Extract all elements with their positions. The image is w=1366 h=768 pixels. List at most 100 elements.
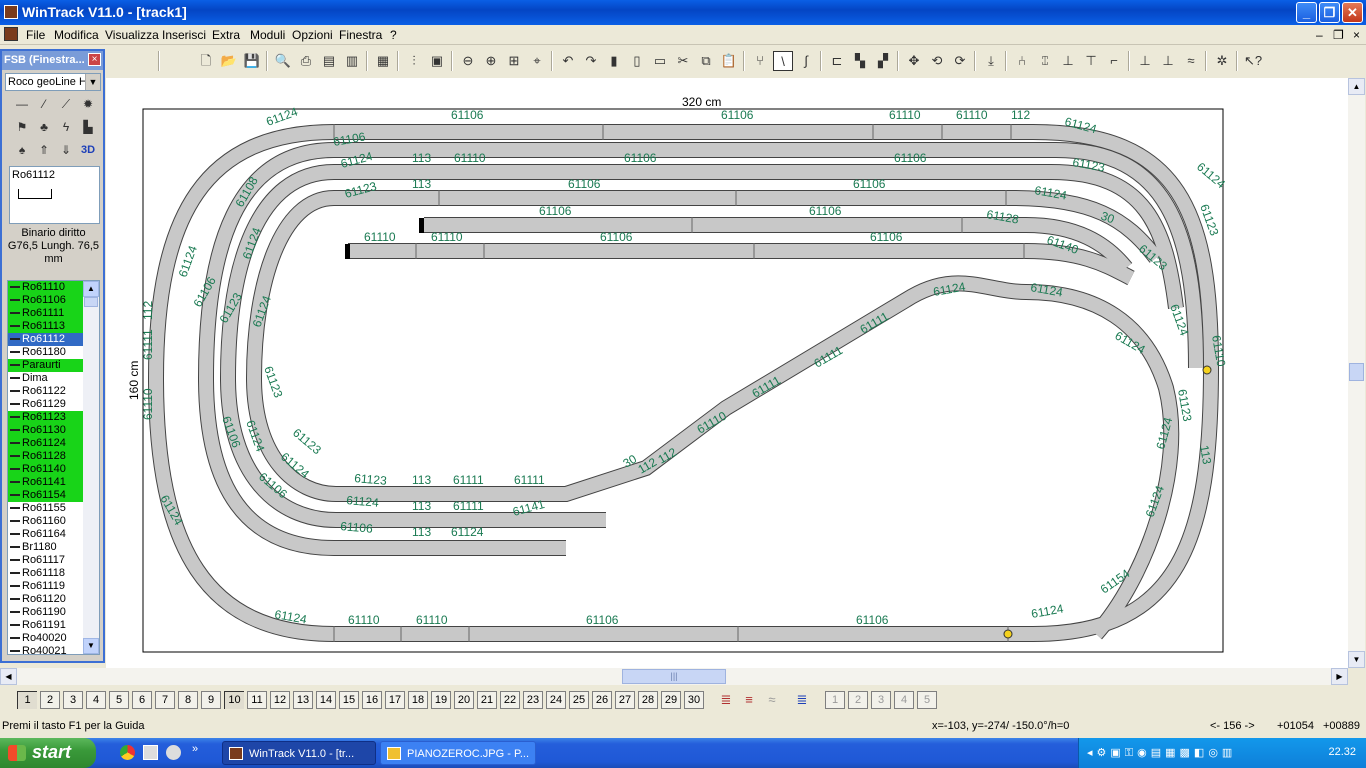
view-3-button[interactable]: 3 xyxy=(871,691,891,709)
view-5-button[interactable]: 5 xyxy=(917,691,937,709)
layer-8-button[interactable]: 8 xyxy=(178,691,198,709)
signal-tool-icon[interactable]: ⚑ xyxy=(13,118,31,136)
list-item[interactable]: Ro61191 xyxy=(8,619,83,632)
join-icon[interactable]: ⊥ xyxy=(1058,51,1078,71)
layer-9-button[interactable]: 9 xyxy=(201,691,221,709)
close-button[interactable]: ✕ xyxy=(1342,2,1363,23)
layer-clear-icon[interactable]: ≈ xyxy=(762,690,782,710)
tray-icons[interactable]: ◂⚙▣⚿◉▤▦▩◧◎▥ xyxy=(1087,746,1236,760)
vertical-scroll-thumb[interactable] xyxy=(1349,363,1364,381)
tree-tool-icon[interactable]: ♣ xyxy=(35,118,53,136)
scroll-right-icon[interactable]: ▶ xyxy=(1331,668,1348,685)
list-item[interactable]: Br1180 xyxy=(8,541,83,554)
layer-4-button[interactable]: 4 xyxy=(86,691,106,709)
layer-22-button[interactable]: 22 xyxy=(500,691,520,709)
layer-19-button[interactable]: 19 xyxy=(431,691,451,709)
view-4-button[interactable]: 4 xyxy=(894,691,914,709)
layer-24-button[interactable]: 24 xyxy=(546,691,566,709)
mdi-minimize-button[interactable]: – xyxy=(1316,28,1323,42)
layer-5-button[interactable]: 5 xyxy=(109,691,129,709)
zoom-fit-icon[interactable]: ⌖ xyxy=(527,51,547,71)
list-item[interactable]: Ro61130 xyxy=(8,424,83,437)
track-plan[interactable]: 320 cm 160 cm 61124 61106 61106 61110 61110 1… xyxy=(106,78,1348,668)
horizontal-scroll-thumb[interactable]: ||| xyxy=(622,669,726,684)
menu-help[interactable]: ? xyxy=(390,28,397,42)
copy-icon[interactable]: ⧉ xyxy=(696,51,716,71)
layer-29-button[interactable]: 29 xyxy=(661,691,681,709)
list-item[interactable]: Ro61120 xyxy=(8,593,83,606)
menu-modifica[interactable]: Modifica xyxy=(54,28,99,42)
flex-track-icon[interactable]: ∫ xyxy=(796,51,816,71)
layer-1-button[interactable]: 1 xyxy=(17,691,37,709)
switch-right-icon[interactable]: ⑄ xyxy=(1035,51,1055,71)
layer-23-button[interactable]: 23 xyxy=(523,691,543,709)
list-item[interactable]: Ro61128 xyxy=(8,450,83,463)
layer-16-button[interactable]: 16 xyxy=(362,691,382,709)
scroll-down-icon[interactable]: ▼ xyxy=(1348,651,1365,668)
list-item[interactable]: Ro61129 xyxy=(8,398,83,411)
list-item[interactable]: Ro61155 xyxy=(8,502,83,515)
quicklaunch-more-icon[interactable]: » xyxy=(192,743,198,755)
layer-7-button[interactable]: 7 xyxy=(155,691,175,709)
group-icon[interactable]: ▚ xyxy=(850,51,870,71)
list-item[interactable]: Ro61160 xyxy=(8,515,83,528)
scroll-up-icon[interactable]: ▲ xyxy=(1348,78,1365,95)
taskbar-image-viewer[interactable]: PIANOZEROC.JPG - P... xyxy=(380,741,536,765)
rotate-icon[interactable]: ⟲ xyxy=(927,51,947,71)
book-edit-icon[interactable]: ▯ xyxy=(627,51,647,71)
straight-track-tool-icon[interactable]: ― xyxy=(13,95,31,113)
properties-icon[interactable]: ▭ xyxy=(650,51,670,71)
list-scrollbar[interactable]: ▲ ▼ xyxy=(83,281,99,654)
menu-file[interactable]: File xyxy=(26,28,45,42)
list-item[interactable]: Ro61112 xyxy=(8,333,83,346)
settings-icon[interactable]: ✲ xyxy=(1212,51,1232,71)
layer-30-button[interactable]: 30 xyxy=(684,691,704,709)
chrome-icon[interactable] xyxy=(120,745,135,760)
layer-manager-icon[interactable]: ≣ xyxy=(792,690,812,710)
turntable-tool-icon[interactable]: ✹ xyxy=(79,95,97,113)
scroll-up-icon[interactable]: ▲ xyxy=(83,281,99,297)
layout-canvas[interactable]: 320 cm 160 cm 61124 61106 61106 61110 61110 1… xyxy=(106,78,1348,668)
move-icon[interactable]: ✥ xyxy=(904,51,924,71)
landscape-tool-icon[interactable]: ♠ xyxy=(13,141,31,159)
layer-17-button[interactable]: 17 xyxy=(385,691,405,709)
start-button[interactable]: start xyxy=(0,738,96,768)
menu-moduli[interactable]: Moduli xyxy=(250,28,285,42)
paste-icon[interactable]: 📋 xyxy=(719,51,739,71)
layer-28-button[interactable]: 28 xyxy=(638,691,658,709)
menu-finestra[interactable]: Finestra xyxy=(339,28,382,42)
minimize-button[interactable]: _ xyxy=(1296,2,1317,23)
3d-view-button[interactable]: 3D xyxy=(79,141,97,159)
terrain-up-icon[interactable]: ⊥ xyxy=(1135,51,1155,71)
height-icon[interactable]: ⤓ xyxy=(981,51,1001,71)
media-player-icon[interactable] xyxy=(166,745,181,760)
raise-tool-icon[interactable]: ⇑ xyxy=(35,141,53,159)
view-1-button[interactable]: 1 xyxy=(825,691,845,709)
horizontal-scrollbar[interactable]: ◀ ||| ▶ xyxy=(0,668,1348,685)
list-item[interactable]: Ro61141 xyxy=(8,476,83,489)
list-item[interactable]: Ro61111 xyxy=(8,307,83,320)
menu-inserisci[interactable]: Inserisci xyxy=(162,28,206,42)
list-item[interactable]: Ro61122 xyxy=(8,385,83,398)
open-folder-icon[interactable]: 📂 xyxy=(219,51,239,71)
list-item[interactable]: Ro40021 xyxy=(8,645,83,654)
menu-visualizza[interactable]: Visualizza xyxy=(105,28,159,42)
scroll-left-icon[interactable]: ◀ xyxy=(0,668,17,685)
list-item[interactable]: Ro61180 xyxy=(8,346,83,359)
layer-edit-icon[interactable]: ≡ xyxy=(739,690,759,710)
document-icon[interactable] xyxy=(4,27,18,41)
track-select-icon[interactable]: ⑂ xyxy=(750,51,770,71)
building-tool-icon[interactable]: ▙ xyxy=(79,118,97,136)
list-icon[interactable]: ▥ xyxy=(342,51,362,71)
layer-3-button[interactable]: 3 xyxy=(63,691,83,709)
taskbar-wintrack[interactable]: WinTrack V11.0 - [tr... xyxy=(222,741,376,765)
layer-18-button[interactable]: 18 xyxy=(408,691,428,709)
part-list[interactable]: Ro61110 Ro61106 Ro61111 Ro61113 Ro61112 Ro611… xyxy=(7,280,100,655)
layer-6-button[interactable]: 6 xyxy=(132,691,152,709)
menu-extra[interactable]: Extra xyxy=(212,28,240,42)
rotate-180-icon[interactable]: ⟳ xyxy=(950,51,970,71)
layer-20-button[interactable]: 20 xyxy=(454,691,474,709)
zoom-window-icon[interactable]: ⊞ xyxy=(504,51,524,71)
cut-icon[interactable]: ✂ xyxy=(673,51,693,71)
layers-icon[interactable]: ▦ xyxy=(373,51,393,71)
